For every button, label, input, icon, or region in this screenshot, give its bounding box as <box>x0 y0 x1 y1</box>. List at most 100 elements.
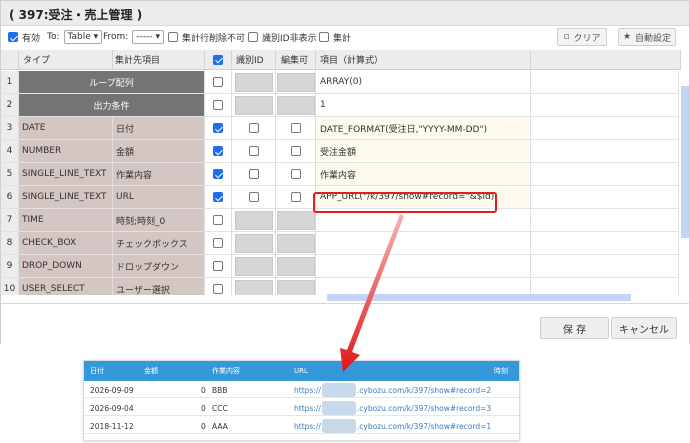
vertical-scrollbar[interactable] <box>681 86 689 238</box>
row-select-checkbox[interactable] <box>213 146 223 156</box>
row-target-field[interactable]: URL <box>113 186 205 209</box>
row-target-field[interactable]: チェックボックス <box>113 232 205 255</box>
row-number: 2 <box>1 94 19 117</box>
row-number: 4 <box>1 140 19 163</box>
row-target-field-text: ユーザー選択 <box>116 285 170 296</box>
row-select[interactable] <box>205 117 232 140</box>
row-select[interactable] <box>205 232 232 255</box>
auto-setting-button[interactable]: ★ 自動設定 <box>618 28 676 46</box>
highlight-annotation <box>313 192 497 213</box>
row-select[interactable] <box>205 163 232 186</box>
save-button[interactable]: 保 存 <box>540 317 609 339</box>
row-select[interactable] <box>205 186 232 209</box>
clear-button[interactable]: ▫ クリア <box>557 28 607 46</box>
to-select[interactable]: Table ▾ <box>63 30 103 44</box>
horizontal-scrollbar[interactable] <box>327 294 631 301</box>
result-url-link[interactable]: https:// .cybozu.com/k/397/show#record=2 <box>294 383 491 397</box>
row-id-checkbox[interactable] <box>248 123 259 133</box>
row-editable-checkbox[interactable] <box>290 146 301 156</box>
row-expression-text: 受注金額 <box>320 147 357 158</box>
disable-delete-checkbox[interactable] <box>168 32 178 42</box>
row-id-cell[interactable] <box>232 186 276 209</box>
row-target-field[interactable]: 日付 <box>113 117 205 140</box>
row-select-checkbox[interactable] <box>213 100 223 110</box>
hide-id-toggle[interactable]: 識別ID非表示 <box>248 30 317 44</box>
disabled-cell <box>234 256 273 276</box>
row-expression[interactable] <box>316 232 531 255</box>
row-number-text: 9 <box>6 261 13 271</box>
row-expression[interactable]: DATE_FORMAT(受注日,"YYYY-MM-DD") <box>316 117 531 140</box>
row-select[interactable] <box>205 278 232 295</box>
aggregate-checkbox[interactable] <box>319 32 329 42</box>
row-id-cell[interactable] <box>232 163 276 186</box>
row-target-field-text: 日付 <box>116 124 135 135</box>
row-editable-checkbox[interactable] <box>290 192 301 202</box>
hide-id-checkbox[interactable] <box>248 32 258 42</box>
row-select-checkbox[interactable] <box>213 192 223 202</box>
row-editable-cell[interactable] <box>276 140 316 163</box>
clear-button-label: クリア <box>573 33 601 44</box>
row-id-cell[interactable] <box>232 140 276 163</box>
result-url-link[interactable]: https:// .cybozu.com/k/397/show#record=3 <box>294 401 491 415</box>
row-id-checkbox[interactable] <box>248 192 259 202</box>
row-select-checkbox[interactable] <box>213 238 223 248</box>
row-expression[interactable]: 作業内容 <box>316 163 531 186</box>
enabled-checkbox[interactable] <box>8 32 18 42</box>
row-target-field-text: 時刻;時刻_0 <box>116 216 166 227</box>
select-all-checkbox[interactable] <box>213 54 223 65</box>
row-type-text: DATE <box>22 123 46 133</box>
row-select-checkbox[interactable] <box>213 169 223 179</box>
row-select-checkbox[interactable] <box>213 77 223 87</box>
row-editable-cell[interactable] <box>276 163 316 186</box>
row-target-field[interactable]: 作業内容 <box>113 163 205 186</box>
grid-row: 2 出力条件 1 <box>1 94 679 117</box>
row-select[interactable] <box>205 71 232 94</box>
result-header-url: URL <box>294 367 308 375</box>
result-url-suffix: .cybozu.com/k/397/show#record=3 <box>356 403 492 413</box>
header-target: 集計先項目 <box>113 50 205 70</box>
to-label: To: <box>47 32 60 42</box>
row-select-checkbox[interactable] <box>213 284 223 294</box>
row-id-checkbox[interactable] <box>248 146 259 156</box>
row-select-checkbox[interactable] <box>213 215 223 225</box>
row-target-field[interactable]: ドロップダウン <box>113 255 205 278</box>
row-expression[interactable] <box>316 278 531 295</box>
row-target-field[interactable]: 時刻;時刻_0 <box>113 209 205 232</box>
row-editable-cell <box>276 232 316 255</box>
from-select[interactable]: ----- ▾ <box>132 30 164 44</box>
row-select[interactable] <box>205 255 232 278</box>
row-expression-text: ARRAY(0) <box>320 77 363 87</box>
result-url-link[interactable]: https:// .cybozu.com/k/397/show#record=1 <box>294 419 491 433</box>
row-select[interactable] <box>205 94 232 117</box>
disable-delete-toggle[interactable]: 集計行削除不可 <box>168 30 245 44</box>
enabled-label: 有効 <box>22 33 41 44</box>
header-select-all[interactable] <box>205 50 232 70</box>
grid-row: 3 DATE 日付 DATE_FORMAT(受注日,"YYYY-MM-DD") <box>1 117 679 140</box>
result-header-date: 日付 <box>90 367 104 375</box>
row-editable-checkbox[interactable] <box>290 169 301 179</box>
row-editable-cell[interactable] <box>276 186 316 209</box>
row-select-checkbox[interactable] <box>213 261 223 271</box>
row-select[interactable] <box>205 209 232 232</box>
row-id-checkbox[interactable] <box>248 169 259 179</box>
row-id-cell[interactable] <box>232 117 276 140</box>
row-editable-checkbox[interactable] <box>290 123 301 133</box>
row-target-field[interactable]: 金額 <box>113 140 205 163</box>
header-target-label: 集計先項目 <box>115 56 161 66</box>
row-extra <box>531 232 679 255</box>
row-target-field[interactable]: ユーザー選択 <box>113 278 205 295</box>
row-expression[interactable]: 1 <box>316 94 531 117</box>
row-expression[interactable] <box>316 255 531 278</box>
star-icon: ★ <box>622 32 632 42</box>
row-select[interactable] <box>205 140 232 163</box>
row-target-field-text: 作業内容 <box>116 170 153 181</box>
enabled-toggle[interactable]: 有効 <box>8 30 40 44</box>
row-select-checkbox[interactable] <box>213 123 223 133</box>
row-expression[interactable]: ARRAY(0) <box>316 71 531 94</box>
aggregate-toggle[interactable]: 集計 <box>319 30 351 44</box>
row-editable-cell <box>276 94 316 117</box>
row-editable-cell[interactable] <box>276 117 316 140</box>
cancel-button[interactable]: キャンセル <box>611 317 677 339</box>
row-expression[interactable]: 受注金額 <box>316 140 531 163</box>
row-type: SINGLE_LINE_TEXT <box>19 186 113 209</box>
